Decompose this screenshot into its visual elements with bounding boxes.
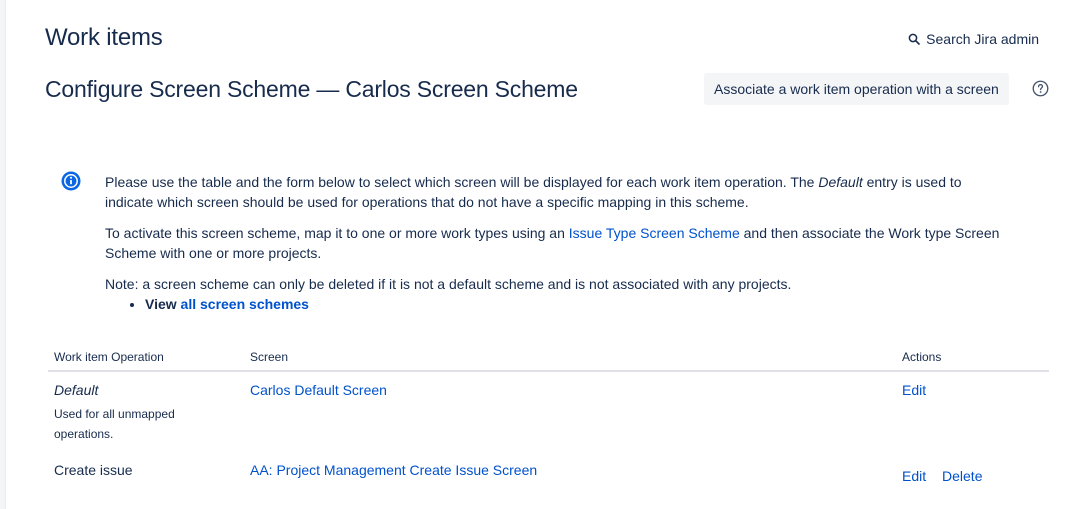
header-actions: Actions — [896, 346, 1049, 372]
operation-cell: Create issue — [48, 452, 244, 492]
page-content: Work items Search Jira admin Configure S… — [6, 0, 1083, 509]
info-text-fragment: Please use the table and the form below … — [105, 174, 819, 190]
screen-mapping-table: Work item Operation Screen Actions Defau… — [48, 346, 1049, 492]
help-icon[interactable] — [1032, 80, 1049, 97]
info-icon — [61, 171, 81, 191]
search-jira-admin-button[interactable]: Search Jira admin — [908, 31, 1039, 47]
table-header-row: Work item Operation Screen Actions — [48, 346, 1049, 372]
edit-link[interactable]: Edit — [902, 382, 926, 398]
operation-description: Used for all unmapped operations. — [54, 407, 175, 441]
operation-name: Create issue — [54, 462, 133, 478]
info-message: Please use the table and the form below … — [105, 172, 1010, 314]
section-title: Work items — [45, 24, 163, 51]
screen-link[interactable]: AA: Project Management Create Issue Scre… — [250, 462, 537, 478]
issue-type-screen-scheme-link[interactable]: Issue Type Screen Scheme — [569, 225, 740, 241]
all-screen-schemes-link[interactable]: all screen schemes — [181, 296, 309, 312]
info-paragraph-note: Note: a screen scheme can only be delete… — [105, 276, 792, 292]
screen-link[interactable]: Carlos Default Screen — [250, 382, 387, 398]
edit-link[interactable]: Edit — [902, 468, 926, 484]
search-jira-admin-label: Search Jira admin — [926, 31, 1039, 47]
header-operation: Work item Operation — [48, 346, 244, 372]
associate-operation-button[interactable]: Associate a work item operation with a s… — [704, 73, 1009, 105]
view-label: View — [145, 296, 181, 312]
table-row: Default Used for all unmapped operations… — [48, 371, 1049, 452]
operation-name: Default — [54, 382, 99, 398]
info-text-fragment: To activate this screen scheme, map it t… — [105, 225, 569, 241]
view-links-list: View all screen schemes — [105, 294, 1010, 314]
delete-link[interactable]: Delete — [942, 468, 982, 484]
info-paragraph-activate: To activate this screen scheme, map it t… — [105, 223, 1010, 263]
search-icon — [908, 33, 920, 45]
actions-cell: Edit — [896, 371, 1049, 452]
screen-cell: AA: Project Management Create Issue Scre… — [244, 452, 896, 492]
header-screen: Screen — [244, 346, 896, 372]
default-emphasis: Default — [818, 174, 863, 190]
table-row: Create issue AA: Project Management Crea… — [48, 452, 1049, 492]
view-all-schemes-item: View all screen schemes — [145, 294, 1010, 314]
page-title: Configure Screen Scheme — Carlos Screen … — [45, 76, 578, 102]
operation-cell: Default Used for all unmapped operations… — [48, 371, 244, 452]
info-paragraph-usage: Please use the table and the form below … — [105, 172, 1010, 212]
screen-cell: Carlos Default Screen — [244, 371, 896, 452]
actions-cell: Edit Delete — [896, 452, 1049, 492]
